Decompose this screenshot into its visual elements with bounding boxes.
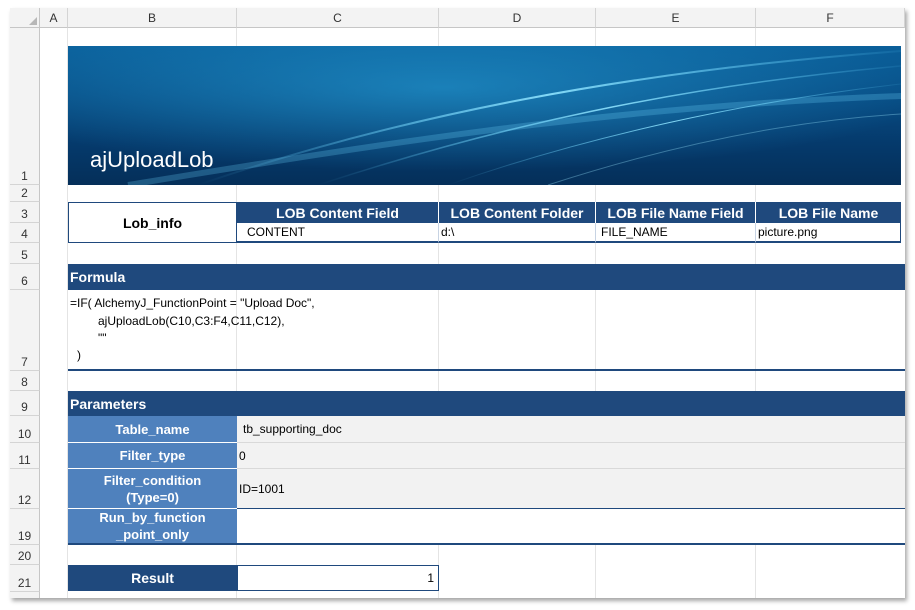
column-header-f[interactable]: F <box>756 8 905 28</box>
lob-header-file-name-field: LOB File Name Field <box>596 202 756 223</box>
param-label-filter-condition: Filter_condition (Type=0) <box>68 469 237 509</box>
column-header-c[interactable]: C <box>237 8 439 28</box>
row-header-21[interactable]: 21 <box>10 565 40 592</box>
row-header-3[interactable]: 3 <box>10 202 40 223</box>
result-value[interactable]: 1 <box>237 565 439 591</box>
formula-line-3: "" <box>98 331 107 345</box>
row-header-6[interactable]: 6 <box>10 264 40 290</box>
param-value-run-by-function-point-only[interactable] <box>237 509 905 545</box>
row-header-5[interactable]: 5 <box>10 243 40 264</box>
row-header-8[interactable]: 8 <box>10 371 40 391</box>
select-all-corner[interactable] <box>10 8 40 28</box>
row-header-20[interactable]: 20 <box>10 545 40 565</box>
lob-header-content-field: LOB Content Field <box>237 202 439 223</box>
row-header-4[interactable]: 4 <box>10 223 40 243</box>
column-header-a[interactable]: A <box>40 8 68 28</box>
row-header-10[interactable]: 10 <box>10 416 40 443</box>
title-banner: ajUploadLob <box>68 46 901 185</box>
lob-header-content-folder: LOB Content Folder <box>439 202 596 223</box>
formula-line-1: =IF( AlchemyJ_FunctionPoint = "Upload Do… <box>70 296 315 310</box>
banner-title: ajUploadLob <box>90 147 214 172</box>
lob-value-content-folder[interactable]: d:\ <box>439 223 596 243</box>
param-label-run-by-function-point-only: Run_by_function _point_only <box>68 509 237 545</box>
result-label: Result <box>68 565 237 591</box>
parameters-section-title: Parameters <box>68 391 905 416</box>
row-header-7[interactable]: 7 <box>10 290 40 371</box>
row-header-next[interactable] <box>10 592 40 598</box>
row-header-9[interactable]: 9 <box>10 391 40 416</box>
formula-line-2: ajUploadLob(C10,C3:F4,C11,C12), <box>98 314 285 328</box>
param-value-filter-type[interactable]: 0 <box>237 443 905 469</box>
param-value-table-name[interactable]: tb_supporting_doc <box>237 416 905 443</box>
column-header-b[interactable]: B <box>68 8 237 28</box>
row-header-1[interactable]: 1 <box>10 28 40 185</box>
lob-info-label: Lob_info <box>68 202 237 243</box>
lob-value-content-field[interactable]: CONTENT <box>237 223 439 243</box>
param-label-filter-type: Filter_type <box>68 443 237 469</box>
lob-header-file-name: LOB File Name <box>756 202 901 223</box>
formula-line-4: ) <box>77 348 81 362</box>
row-header-19[interactable]: 19 <box>10 509 40 545</box>
formula-section-title: Formula <box>68 264 905 290</box>
lob-value-file-name[interactable]: picture.png <box>756 223 901 243</box>
row-header-2[interactable]: 2 <box>10 185 40 202</box>
param-value-filter-condition[interactable]: ID=1001 <box>237 469 905 509</box>
column-header-d[interactable]: D <box>439 8 596 28</box>
spreadsheet: A B C D E F 1 2 3 4 5 6 7 8 9 10 11 12 1… <box>10 8 905 598</box>
row-header-11[interactable]: 11 <box>10 443 40 469</box>
formula-cell[interactable]: =IF( AlchemyJ_FunctionPoint = "Upload Do… <box>68 290 905 371</box>
param-label-table-name: Table_name <box>68 416 237 443</box>
lob-value-file-name-field[interactable]: FILE_NAME <box>596 223 756 243</box>
column-header-e[interactable]: E <box>596 8 756 28</box>
row-header-12[interactable]: 12 <box>10 469 40 509</box>
